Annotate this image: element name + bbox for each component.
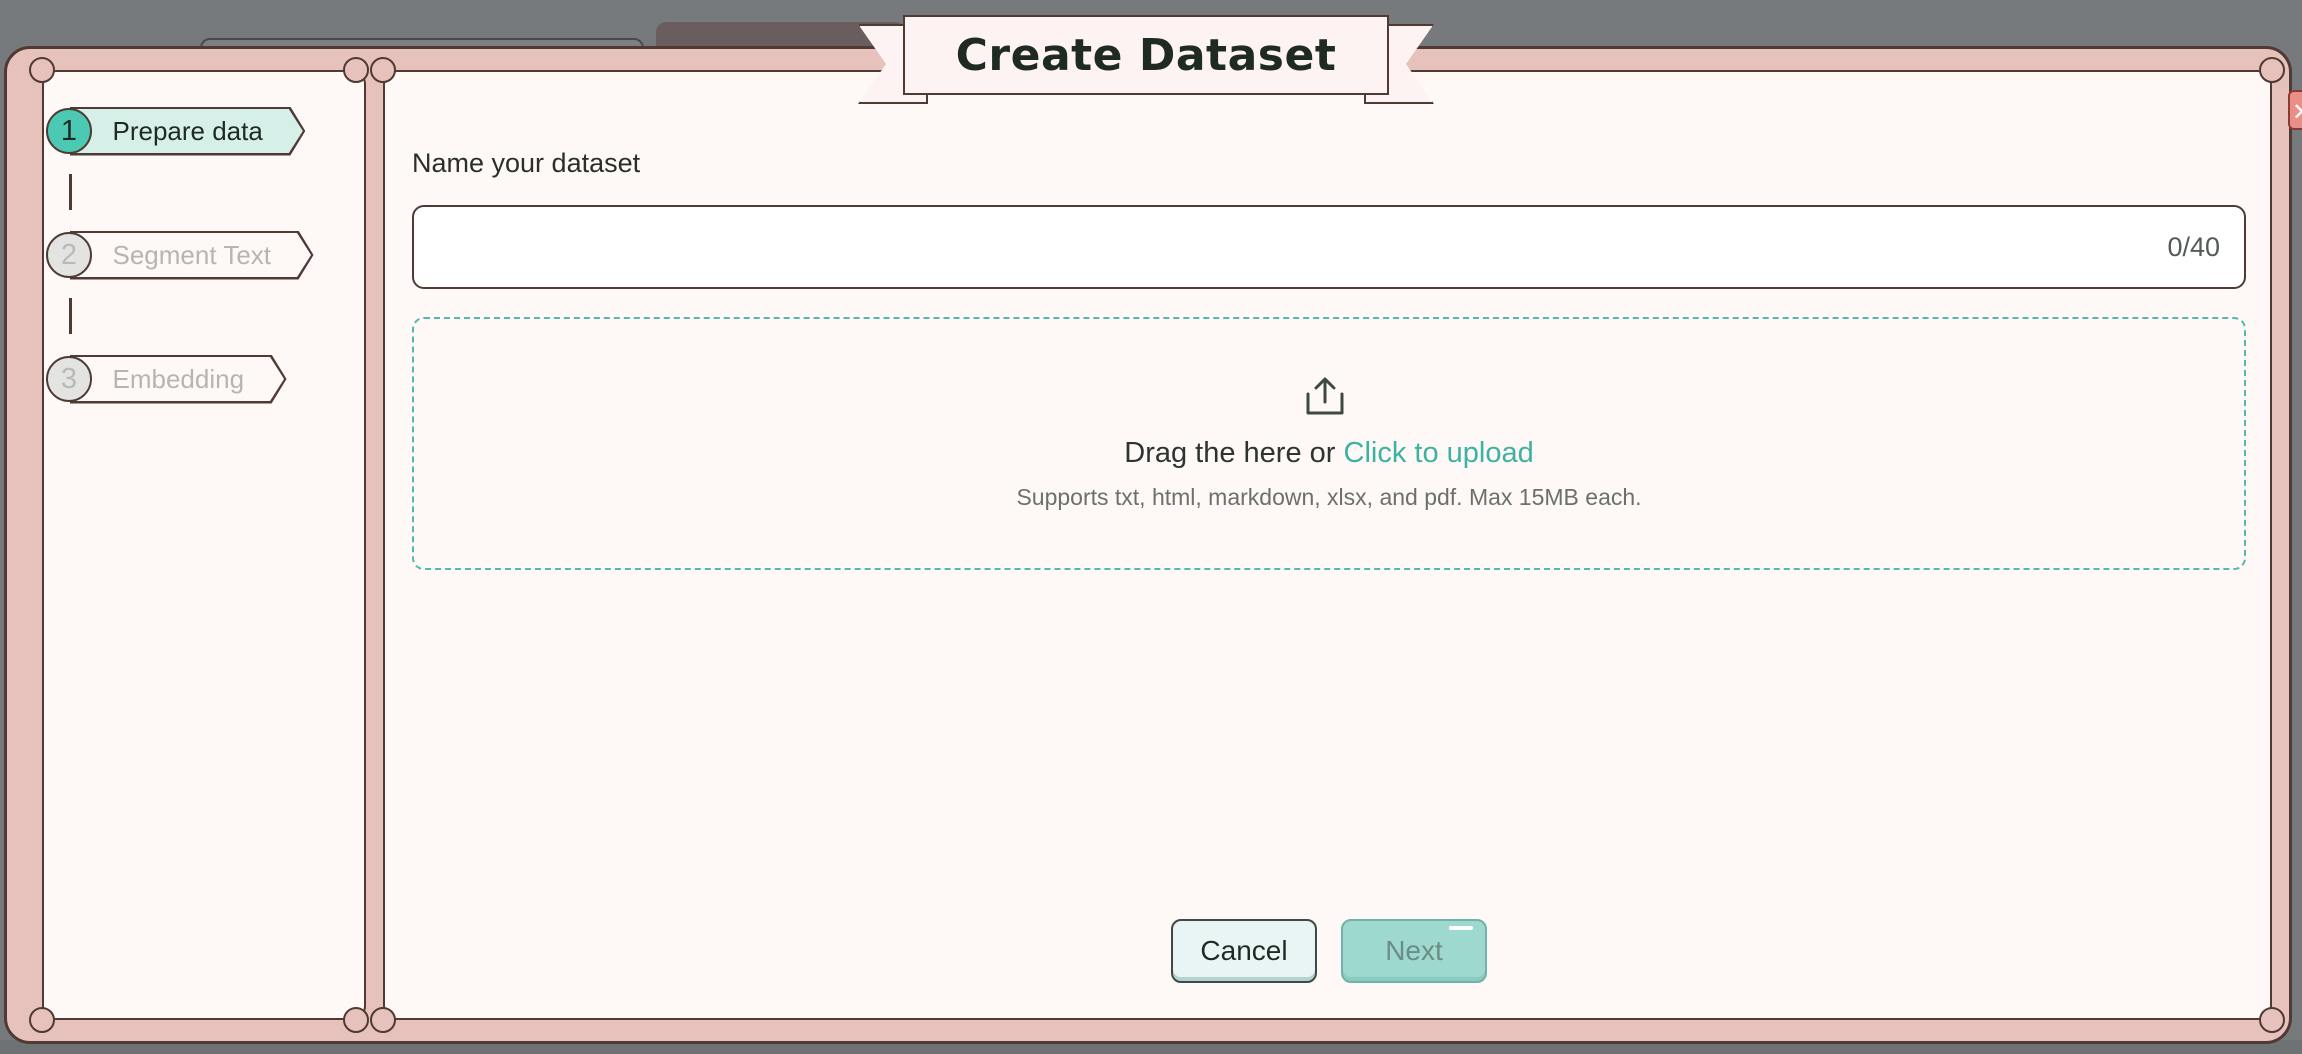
dropzone-prompt: Drag the here or Click to upload [414, 437, 2244, 470]
step-number: 1 [46, 108, 92, 154]
dialog-title: Create Dataset [903, 15, 1389, 95]
step-prepare-data[interactable]: 1 Prepare data [46, 106, 305, 156]
step-embedding[interactable]: 3 Embedding [46, 354, 287, 404]
click-to-upload-link[interactable]: Click to upload [1344, 437, 1534, 469]
steps-panel [42, 70, 366, 1020]
step-segment-text[interactable]: 2 Segment Text [46, 230, 314, 280]
supported-formats-hint: Supports txt, html, markdown, xlsx, and … [1016, 484, 1642, 510]
dropzone-prompt-text: Drag the here or [1124, 437, 1344, 469]
panel-corner [2259, 1007, 2285, 1033]
panel-corner [29, 1007, 55, 1033]
panel-corner [343, 1007, 369, 1033]
close-button[interactable]: ✕ [2288, 90, 2302, 130]
panel-corner [2259, 57, 2285, 83]
step-connector [69, 174, 72, 210]
panel-corner [343, 57, 369, 83]
step-label: Embedding [73, 357, 285, 401]
step-tag: Segment Text [70, 231, 314, 280]
panel-corner [370, 1007, 396, 1033]
step-number: 2 [46, 232, 92, 278]
step-connector [69, 298, 72, 334]
step-label: Segment Text [73, 233, 312, 277]
file-dropzone[interactable]: Drag the here or Click to upload Support… [412, 317, 2246, 570]
next-button[interactable]: Next [1341, 919, 1487, 983]
character-counter: 0/40 [2167, 232, 2220, 262]
button-gloss [1449, 926, 1473, 930]
next-button-label: Next [1385, 935, 1443, 966]
step-tag: Embedding [70, 355, 287, 404]
panel-corner [370, 57, 396, 83]
dataset-name-field[interactable]: 0/40 [412, 205, 2246, 289]
panel-corner [29, 57, 55, 83]
step-tag: Prepare data [70, 107, 305, 156]
cancel-button[interactable]: Cancel [1171, 919, 1317, 983]
step-number: 3 [46, 356, 92, 402]
upload-icon [1306, 377, 1344, 415]
dataset-name-input[interactable] [434, 207, 2138, 289]
step-label: Prepare data [73, 109, 303, 153]
dataset-name-label: Name your dataset [412, 148, 641, 178]
